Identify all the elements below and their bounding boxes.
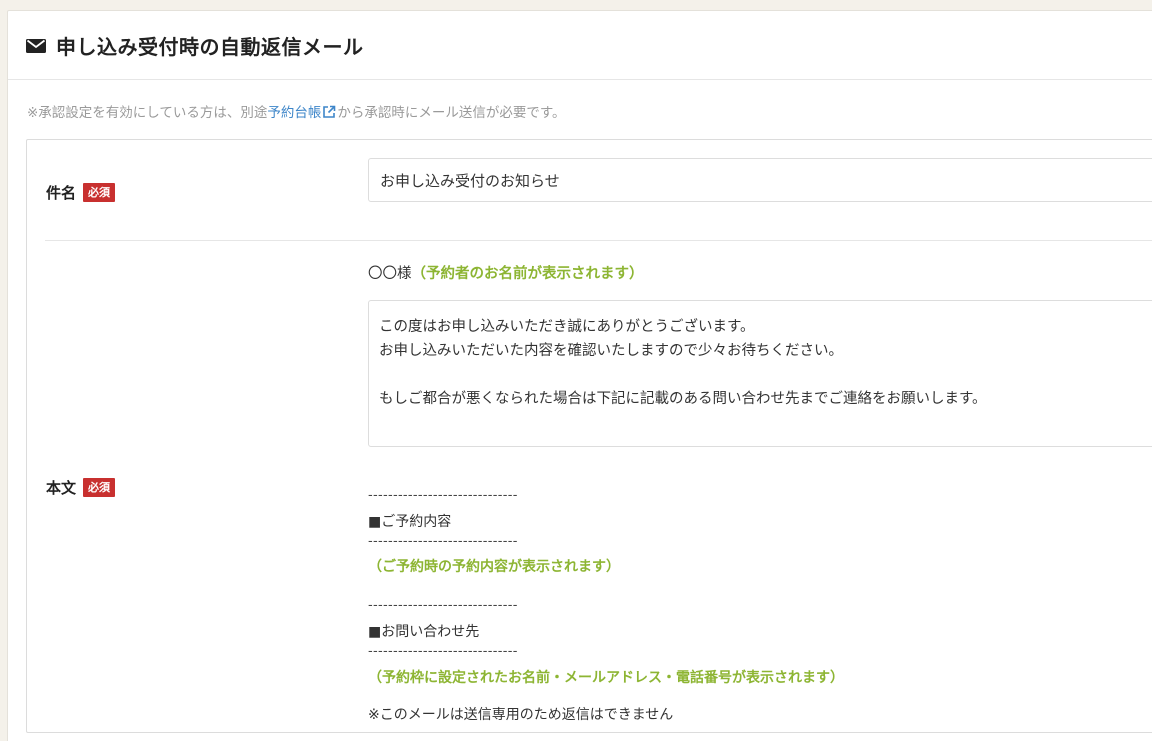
card-header: 申し込み受付時の自動返信メール (8, 11, 1152, 80)
row-divider (45, 240, 1152, 241)
footer-note: ※このメールは送信専用のため返信はできません (368, 707, 674, 723)
approval-notice: ※承認設定を有効にしている方は、別途予約台帳 から承認時にメール送信が必要です。 (27, 101, 566, 121)
divider-line: ------------------------------ (368, 644, 518, 659)
divider-line: ------------------------------ (368, 534, 518, 549)
contact-heading: ■お問い合わせ先 (368, 624, 480, 640)
reservation-heading: ■ご予約内容 (368, 514, 452, 530)
mail-form: 件名 必須 本文 必須 〇〇様（予約者のお名前が表示されます） --------… (26, 139, 1152, 733)
required-badge: 必須 (83, 182, 116, 203)
page-title: 申し込み受付時の自動返信メール (56, 34, 364, 59)
body-textarea[interactable] (368, 300, 1152, 447)
reservation-hint: （ご予約時の予約内容が表示されます） (368, 559, 620, 575)
envelope-icon (26, 38, 46, 53)
reservation-ledger-link[interactable]: 予約台帳 (267, 105, 321, 121)
salutation-line: 〇〇様（予約者のお名前が表示されます） (368, 262, 644, 283)
divider-line: ------------------------------ (368, 488, 518, 503)
salutation-hint: （予約者のお名前が表示されます） (411, 266, 644, 282)
divider-line: ------------------------------ (368, 598, 518, 613)
contact-hint: （予約枠に設定されたお名前・メールアドレス・電話番号が表示されます） (368, 670, 844, 686)
auto-reply-card: 申し込み受付時の自動返信メール ※承認設定を有効にしている方は、別途予約台帳 から… (7, 10, 1152, 741)
subject-label-text: 件名 (46, 184, 77, 202)
notice-suffix: から承認時にメール送信が必要です。 (337, 105, 566, 121)
notice-prefix: ※承認設定を有効にしている方は、別途 (27, 105, 268, 121)
subject-label: 件名 必須 (46, 182, 116, 203)
required-badge: 必須 (83, 477, 116, 498)
external-link-icon[interactable] (322, 105, 336, 119)
body-label: 本文 必須 (46, 477, 116, 498)
body-label-text: 本文 (46, 479, 77, 497)
salutation-text: 〇〇様 (368, 266, 412, 282)
subject-input[interactable] (368, 158, 1152, 202)
